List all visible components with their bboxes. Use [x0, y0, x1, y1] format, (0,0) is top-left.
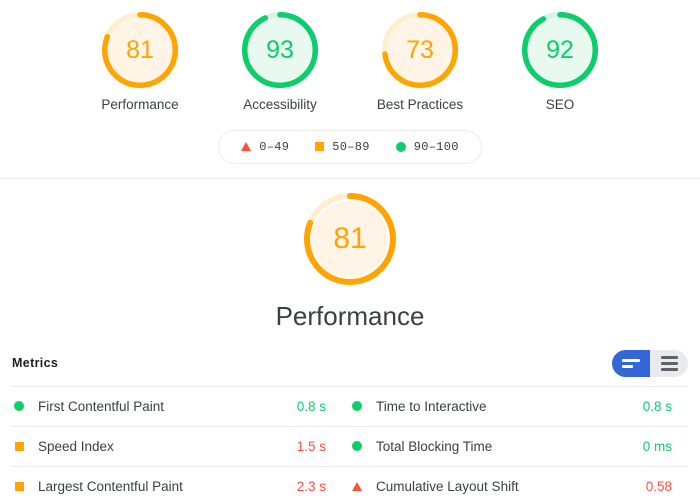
score-gauge-best-practices[interactable]: 73 Best Practices: [365, 12, 475, 114]
metric-value: 2.3 s: [296, 479, 326, 495]
metric-row[interactable]: Largest Contentful Paint 2.3 s: [12, 467, 350, 500]
performance-score-value: 81: [333, 221, 367, 255]
gauge-arc: 92: [522, 12, 598, 88]
metrics-heading: Metrics: [12, 356, 59, 371]
metric-marker: [12, 482, 26, 492]
filmstrip-view-button[interactable]: [612, 349, 650, 377]
metric-row[interactable]: First Contentful Paint 0.8 s: [12, 387, 350, 427]
metric-value: 0.8 s: [296, 398, 326, 414]
gauge-arc: 73: [382, 12, 458, 88]
metric-marker: [12, 441, 26, 451]
metric-name: Total Blocking Time: [376, 438, 493, 454]
metric-name: First Contentful Paint: [38, 398, 165, 414]
triangle-marker: [241, 142, 252, 152]
triangle-marker: [352, 482, 362, 492]
circle-marker: [395, 141, 406, 152]
category-title: Performance: [275, 300, 425, 331]
legend-item-fail: 0–49: [241, 140, 289, 154]
legend-item-pass: 90–100: [395, 139, 459, 154]
metric-value: 0.58: [645, 479, 672, 495]
metrics-header: Metrics: [0, 332, 700, 386]
metric-marker: [350, 482, 364, 492]
square-marker: [14, 441, 24, 451]
legend-range-label: 90–100: [413, 139, 459, 154]
metric-row[interactable]: Cumulative Layout Shift 0.58: [350, 467, 688, 500]
gauge-score-value: 93: [266, 35, 294, 64]
gauge-score-value: 73: [406, 35, 434, 64]
metric-row[interactable]: Time to Interactive 0.8 s: [350, 387, 688, 427]
metrics-right-column: Time to Interactive 0.8 s Total Blocking…: [350, 387, 688, 500]
list-view-button[interactable]: [650, 349, 688, 377]
gauge-label: Performance: [101, 97, 179, 112]
metrics-left-column: First Contentful Paint 0.8 s Speed Index…: [12, 387, 350, 500]
gauge-label: Best Practices: [376, 97, 464, 112]
score-legend: 0–49 50–89 90–100: [218, 129, 482, 164]
metric-row[interactable]: Speed Index 1.5 s: [12, 427, 350, 467]
metric-marker: [350, 401, 364, 412]
metric-name: Cumulative Layout Shift: [376, 479, 519, 495]
list-icon: [660, 356, 678, 371]
filmstrip-icon: [622, 359, 640, 368]
score-gauge-accessibility[interactable]: 93 Accessibility: [225, 12, 335, 114]
metrics-view-toggle[interactable]: [612, 349, 688, 377]
square-marker: [14, 482, 24, 492]
legend-range-label: 50–89: [332, 139, 370, 154]
gauge-label: Accessibility: [243, 97, 317, 112]
legend-range-label: 0–49: [259, 139, 290, 154]
circle-marker: [352, 401, 362, 412]
metric-name: Largest Contentful Paint: [38, 479, 183, 495]
metric-value: 0.8 s: [642, 398, 672, 414]
metric-value: 1.5 s: [296, 438, 326, 454]
legend-item-average: 50–89: [315, 140, 370, 154]
score-gauge-performance[interactable]: 81 Performance: [85, 12, 195, 114]
metrics-grid: First Contentful Paint 0.8 s Speed Index…: [0, 387, 700, 500]
metric-marker: [350, 441, 364, 452]
gauge-label: SEO: [545, 97, 575, 112]
gauge-arc: 81: [102, 12, 178, 88]
category-performance-section: 81 Performance: [0, 179, 700, 332]
gauge-score-value: 92: [546, 35, 574, 64]
gauge-arc: 93: [242, 12, 318, 88]
circle-marker: [14, 401, 24, 412]
performance-gauge[interactable]: 81: [304, 192, 396, 285]
score-gauges-strip: 81 Performance 93 Accessibility 73 Best …: [0, 0, 700, 114]
score-gauge-seo[interactable]: 92 SEO: [505, 12, 615, 114]
circle-marker: [352, 441, 362, 452]
square-marker: [315, 142, 325, 152]
metric-name: Time to Interactive: [376, 398, 487, 414]
metric-value: 0 ms: [642, 438, 672, 454]
gauge-score-value: 81: [126, 35, 154, 64]
score-legend-wrapper: 0–49 50–89 90–100: [0, 129, 700, 164]
metric-marker: [12, 401, 26, 412]
metric-row[interactable]: Total Blocking Time 0 ms: [350, 427, 688, 467]
metric-name: Speed Index: [38, 438, 114, 454]
